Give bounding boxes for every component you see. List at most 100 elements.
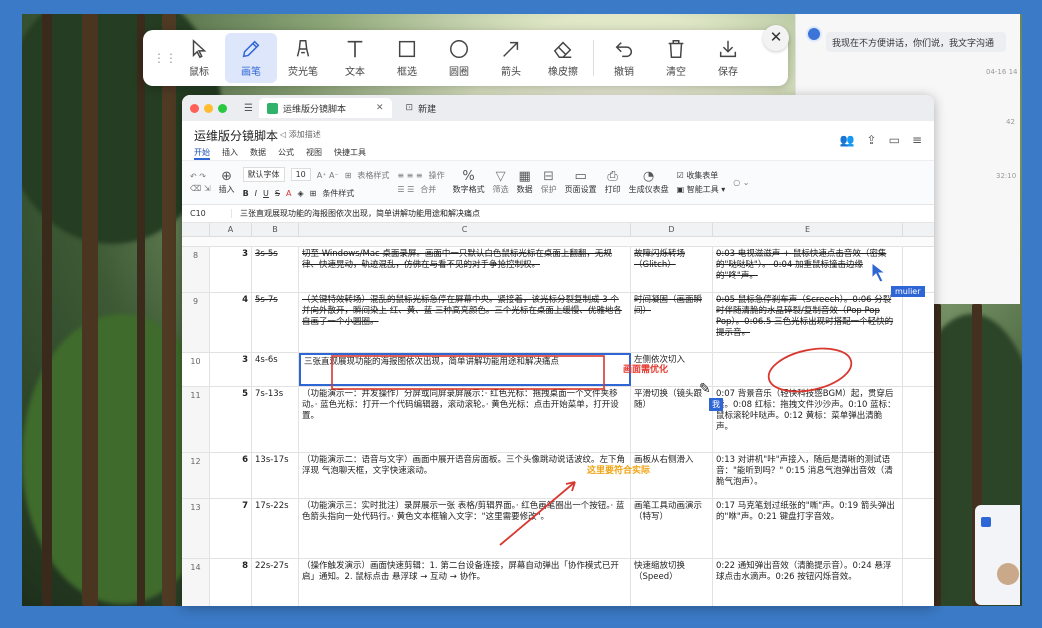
- cell[interactable]: （操作触发演示）画面快速剪辑：1. 第二台设备连接，屏幕自动弹出「协作模式已开启…: [299, 559, 631, 606]
- cell[interactable]: 3: [210, 247, 252, 292]
- tool-circle[interactable]: 圆圈: [433, 33, 485, 83]
- tool-text[interactable]: 文本: [329, 33, 381, 83]
- add-description-link[interactable]: ◁ 添加描述: [280, 129, 321, 140]
- close-icon[interactable]: ✕: [376, 103, 384, 113]
- menu-start[interactable]: 开始: [194, 147, 210, 160]
- column-header-e[interactable]: E: [713, 223, 903, 236]
- undo-icon[interactable]: ↶ ↷: [190, 172, 211, 181]
- cell[interactable]: [713, 353, 903, 386]
- cell[interactable]: （功能演示二：语音与文字）画面中展开语音房面板。三个头像跳动说话波纹。左下角浮现…: [299, 453, 631, 498]
- filter-button[interactable]: ▽ 筛选: [493, 170, 509, 195]
- cell[interactable]: 画笔工具动画演示（特写）: [631, 499, 713, 558]
- cell[interactable]: 22s-27s: [252, 559, 299, 606]
- font-color-icon[interactable]: A: [286, 189, 291, 198]
- corner-cell[interactable]: [182, 223, 210, 236]
- cell[interactable]: 快速缩放切换（Speed）: [631, 559, 713, 606]
- search-icon[interactable]: ○ ⌄: [733, 178, 749, 187]
- selected-cell[interactable]: 三张直观展现功能的海报图依次出现，简单讲解功能用途和解决痛点: [299, 353, 631, 386]
- table-row[interactable]: 11 5 7s-13s （功能演示一：并发操作）分屏或同屏录屏展示：· 红色光标…: [182, 387, 934, 453]
- cell[interactable]: 0:17 马克笔划过纸张的"嘶"声。0:19 箭头弹出的"咻"声。0:21 键盘…: [713, 499, 903, 558]
- formula-input[interactable]: 三张直观展现功能的海报图依次出现，简单讲解功能用途和解决痛点: [232, 208, 480, 219]
- tool-mouse[interactable]: 鼠标: [173, 33, 225, 83]
- collect-form-button[interactable]: ☑ 收集表单: [677, 170, 726, 181]
- tool-undo[interactable]: 撤销: [598, 33, 650, 83]
- comment-icon[interactable]: ▭: [889, 133, 900, 147]
- tool-highlighter[interactable]: 荧光笔: [277, 33, 329, 83]
- cell[interactable]: 故障闪烁转场（Glitch）: [631, 247, 713, 292]
- border-icon[interactable]: ⊞: [310, 189, 317, 198]
- cell[interactable]: 切至 Windows/Mac 桌面录屏。画面中一只默认白色鼠标光标在桌面上翻翻，…: [299, 247, 631, 292]
- format-painter-icon[interactable]: ⌫ ⇲: [190, 184, 211, 193]
- strikethrough-icon[interactable]: S: [275, 189, 280, 198]
- print-button[interactable]: ⎙ 打印: [605, 170, 621, 195]
- cell[interactable]: 4: [210, 293, 252, 352]
- font-select[interactable]: 默认字体: [242, 166, 285, 182]
- dock-icon[interactable]: [981, 517, 991, 527]
- menu-view[interactable]: 视图: [306, 147, 322, 160]
- doc-title[interactable]: 运维版分镜脚本: [194, 127, 278, 144]
- maximize-window-button[interactable]: [218, 103, 227, 113]
- bold-icon[interactable]: B: [243, 189, 249, 198]
- table-style-label[interactable]: 表格样式: [357, 170, 389, 181]
- sidebar-toggle-icon[interactable]: ☰: [244, 103, 253, 114]
- menu-quicktools[interactable]: 快捷工具: [334, 147, 366, 160]
- cell[interactable]: 时间凝固（画面瞬间）: [631, 293, 713, 352]
- data-button[interactable]: ▦ 数据: [517, 170, 533, 195]
- underline-icon[interactable]: U: [263, 189, 269, 198]
- tab-active[interactable]: 运维版分镜脚本 ✕: [258, 98, 392, 118]
- fill-color-icon[interactable]: ◈: [297, 189, 303, 198]
- row-number[interactable]: 13: [182, 499, 210, 558]
- minimize-window-button[interactable]: [204, 103, 213, 113]
- font-grow-icon[interactable]: A⁺ A⁻: [317, 171, 339, 180]
- smart-tools-button[interactable]: ▣ 智能工具 ▾: [677, 184, 726, 195]
- font-size-select[interactable]: 10: [290, 167, 311, 181]
- number-format-button[interactable]: % 数字格式: [453, 170, 485, 195]
- side-dock[interactable]: [975, 505, 1020, 605]
- align-icon[interactable]: ≡ ≡ ≡: [397, 171, 422, 180]
- column-header-d[interactable]: D: [631, 223, 713, 236]
- table-row[interactable]: 14 8 22s-27s （操作触发演示）画面快速剪辑：1. 第二台设备连接，屏…: [182, 559, 934, 606]
- tool-save[interactable]: 保存: [702, 33, 754, 83]
- dashboard-button[interactable]: ◔ 生成仪表盘: [629, 170, 669, 195]
- page-setup-button[interactable]: ▭ 页面设置: [565, 170, 597, 195]
- table-row[interactable]: 9 4 5s-7s （关键特效转场）混乱的鼠标光标急停在屏幕中央。紧接着，该光标…: [182, 293, 934, 353]
- close-toolbar-button[interactable]: ✕: [763, 25, 789, 51]
- row-number[interactable]: 10: [182, 353, 210, 386]
- cell[interactable]: 7s-13s: [252, 387, 299, 452]
- table-row[interactable]: 8 3 3s-5s 切至 Windows/Mac 桌面录屏。画面中一只默认白色鼠…: [182, 247, 934, 293]
- cell[interactable]: 5: [210, 387, 252, 452]
- protect-button[interactable]: ⊟ 保护: [541, 170, 557, 195]
- cell[interactable]: 3: [210, 353, 252, 386]
- menu-data[interactable]: 数据: [250, 147, 266, 160]
- tool-eraser[interactable]: 橡皮擦: [537, 33, 589, 83]
- valign-icon[interactable]: ☰ ☰: [397, 185, 414, 194]
- insert-button[interactable]: ⊕ 插入: [219, 170, 235, 195]
- row-number[interactable]: 9: [182, 293, 210, 352]
- table-row-selected[interactable]: 10 3 4s-6s 三张直观展现功能的海报图依次出现，简单讲解功能用途和解决痛…: [182, 353, 934, 387]
- cell[interactable]: 4s-6s: [252, 353, 299, 386]
- conditional-style-button[interactable]: 条件样式: [322, 188, 354, 199]
- table-row[interactable]: 12 6 13s-17s （功能演示二：语音与文字）画面中展开语音房面板。三个头…: [182, 453, 934, 499]
- menu-insert[interactable]: 插入: [222, 147, 238, 160]
- menu-formula[interactable]: 公式: [278, 147, 294, 160]
- italic-icon[interactable]: I: [255, 189, 257, 198]
- cell[interactable]: 13s-17s: [252, 453, 299, 498]
- share-icon[interactable]: ⇪: [867, 133, 877, 147]
- cell[interactable]: 5s-7s: [252, 293, 299, 352]
- tool-pen[interactable]: 画笔: [225, 33, 277, 83]
- cell[interactable]: 0:22 通知弹出音效（清脆提示音）。0:24 悬浮球点击水滴声。0:26 按钮…: [713, 559, 903, 606]
- cell[interactable]: 0:13 对讲机"咔"声接入，随后是清晰的测试语音："能听到吗？" 0:15 消…: [713, 453, 903, 498]
- menu-icon[interactable]: ≡: [912, 133, 922, 147]
- table-row[interactable]: 13 7 17s-22s （功能演示三：实时批注）录屏展示一张 表格/剪辑界面。…: [182, 499, 934, 559]
- cell[interactable]: 3s-5s: [252, 247, 299, 292]
- tab-new[interactable]: ⊡ 新建: [398, 98, 445, 118]
- cell[interactable]: 7: [210, 499, 252, 558]
- cell[interactable]: （功能演示三：实时批注）录屏展示一张 表格/剪辑界面。· 红色画笔圈出一个按钮。…: [299, 499, 631, 558]
- table-style-icon[interactable]: ⊞: [345, 171, 352, 180]
- merge-button[interactable]: 合并: [420, 184, 436, 195]
- avatar[interactable]: [997, 563, 1019, 585]
- row-number[interactable]: 11: [182, 387, 210, 452]
- drag-handle-icon[interactable]: ⋮⋮: [153, 52, 177, 64]
- cell[interactable]: 6: [210, 453, 252, 498]
- close-window-button[interactable]: [190, 103, 199, 113]
